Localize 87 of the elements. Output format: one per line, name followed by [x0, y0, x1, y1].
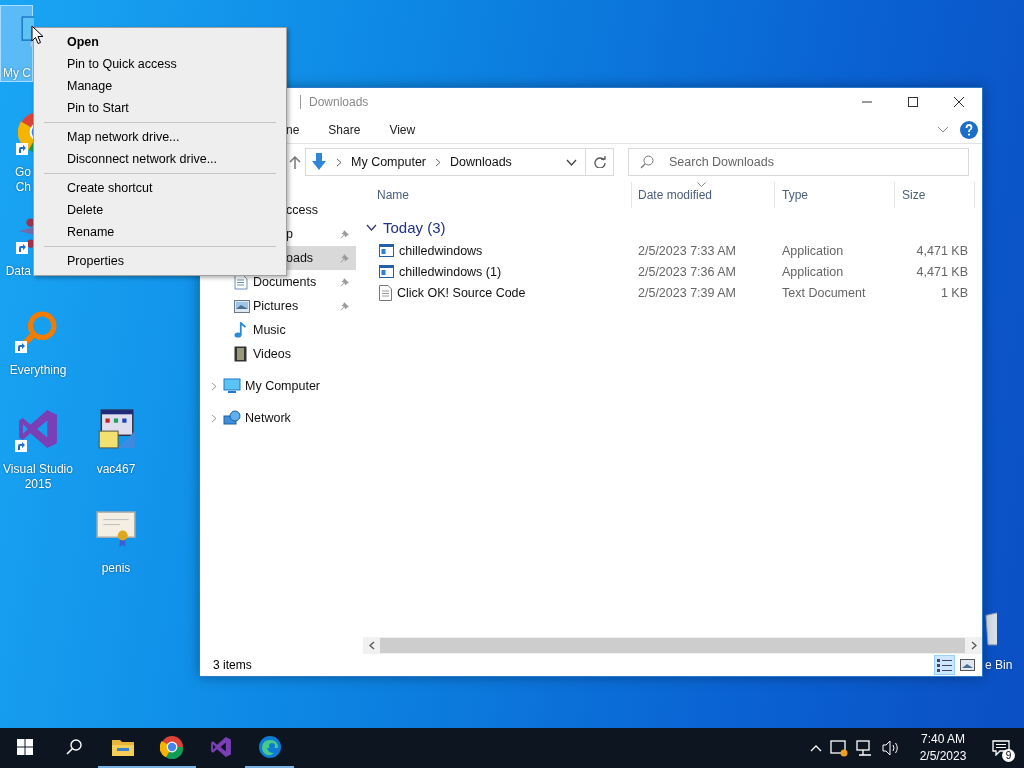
search-icon: [65, 739, 82, 755]
file-name[interactable]: chilledwindows: [399, 243, 483, 258]
shortcut-label: penis: [101, 561, 131, 576]
breadcrumb-chevron-icon: [435, 157, 442, 167]
column-header[interactable]: Name: [363, 182, 632, 208]
menu-item[interactable]: Create shortcut: [34, 177, 286, 199]
scroll-right-icon: [970, 641, 977, 650]
close-icon: [954, 97, 964, 107]
menu-item[interactable]: Delete: [34, 199, 286, 221]
file-size: 1 KB: [939, 285, 969, 300]
nav-item[interactable]: Videos: [200, 342, 356, 366]
shortcut-label: Data: [5, 264, 32, 279]
infinity-ribbon-icon: [209, 736, 232, 758]
shortcut-label: Visual Studio 2015: [3, 462, 73, 492]
horizontal-scrollbar[interactable]: [363, 637, 982, 654]
column-header[interactable]: Type: [775, 182, 895, 208]
mouse-pointer-icon: [31, 25, 44, 45]
menu-item[interactable]: Pin to Start: [34, 97, 286, 119]
window-title: Downloads: [309, 95, 369, 109]
windows-logo-icon: [16, 739, 33, 755]
search-icon: [640, 155, 654, 169]
music-note-icon: [234, 322, 246, 338]
file-date: 2/5/2023 7:36 AM: [637, 264, 737, 279]
column-header[interactable]: Date modified: [632, 182, 775, 208]
shortcut-label: Go Ch: [15, 165, 32, 195]
file-type: Application: [781, 243, 845, 258]
menu-item[interactable]: Manage: [34, 75, 286, 97]
item-count: 3 items: [213, 658, 252, 672]
breadcrumb[interactable]: Downloads: [450, 155, 512, 169]
ribbon-tab[interactable]: View: [389, 122, 416, 137]
film-strip-icon: [234, 346, 247, 362]
details-view-icon: [937, 658, 952, 672]
notification-count: 9: [1002, 749, 1015, 762]
chrome-icon: [159, 735, 184, 759]
file-date: 2/5/2023 7:39 AM: [637, 285, 737, 300]
nav-item[interactable]: Pictures: [200, 294, 356, 318]
nav-item[interactable]: My Computer: [200, 370, 356, 402]
address-bar[interactable]: My Computer Downloads: [305, 148, 586, 176]
menu-item[interactable]: Map network drive...: [34, 126, 286, 148]
menu-item[interactable]: Disconnect network drive...: [34, 148, 286, 170]
file-name[interactable]: chilledwindows (1): [399, 264, 502, 279]
folder-icon: [111, 738, 134, 756]
network-icon: [856, 740, 874, 756]
network-icon: [223, 410, 241, 426]
menu-item[interactable]: Pin to Quick access: [34, 53, 286, 75]
group-header[interactable]: Today (3): [363, 214, 982, 240]
refresh-icon: [593, 156, 606, 168]
picture-icon: [234, 299, 250, 313]
ribbon-tab[interactable]: ne: [286, 122, 300, 137]
infinity-ribbon-icon: [17, 408, 59, 450]
shortcut-label: Everything: [9, 363, 67, 378]
scroll-left-icon: [368, 641, 375, 650]
refresh-button[interactable]: [586, 148, 614, 176]
breadcrumb-chevron-icon: [336, 157, 342, 167]
shortcut-label: vac467: [96, 462, 136, 477]
search-field[interactable]: Search Downloads: [628, 148, 969, 176]
file-type: Text Document: [781, 285, 867, 300]
chevron-down-icon: [938, 126, 948, 133]
nav-item[interactable]: Network: [200, 402, 356, 434]
notifications-button[interactable]: 9: [978, 728, 1024, 768]
nav-item[interactable]: Music: [200, 318, 356, 342]
edge-icon: [257, 735, 282, 759]
security-icon: [830, 739, 848, 757]
help-icon: [960, 120, 978, 139]
file-size: 4,471 KB: [915, 264, 969, 279]
text-file-icon: [379, 284, 392, 301]
clock[interactable]: 7:40 AM 2/5/2023: [908, 728, 978, 768]
thumbnail-view-icon: [960, 659, 975, 671]
shortcut-label: My C: [3, 66, 32, 81]
file-date: 2/5/2023 7:33 AM: [637, 243, 737, 258]
up-arrow-icon: [289, 155, 301, 169]
download-arrow-icon: [311, 153, 327, 171]
file-type: Application: [781, 264, 845, 279]
column-header[interactable]: Size: [895, 182, 975, 208]
file-size: 4,471 KB: [915, 243, 969, 258]
file-name[interactable]: Click OK! Source Code: [397, 285, 526, 300]
shortcut-label: e Bin: [985, 658, 1013, 673]
application-icon: [379, 265, 394, 278]
monitor-icon: [223, 378, 241, 394]
speaker-icon: [882, 740, 900, 756]
application-icon: [379, 244, 394, 257]
view-button[interactable]: [934, 655, 955, 675]
ribbon-tab[interactable]: Share: [328, 122, 361, 137]
breadcrumb[interactable]: My Computer: [351, 155, 427, 169]
maximize-icon: [908, 97, 918, 107]
dropdown-chevron-icon: [566, 158, 577, 166]
chevron-up-icon: [810, 744, 822, 752]
